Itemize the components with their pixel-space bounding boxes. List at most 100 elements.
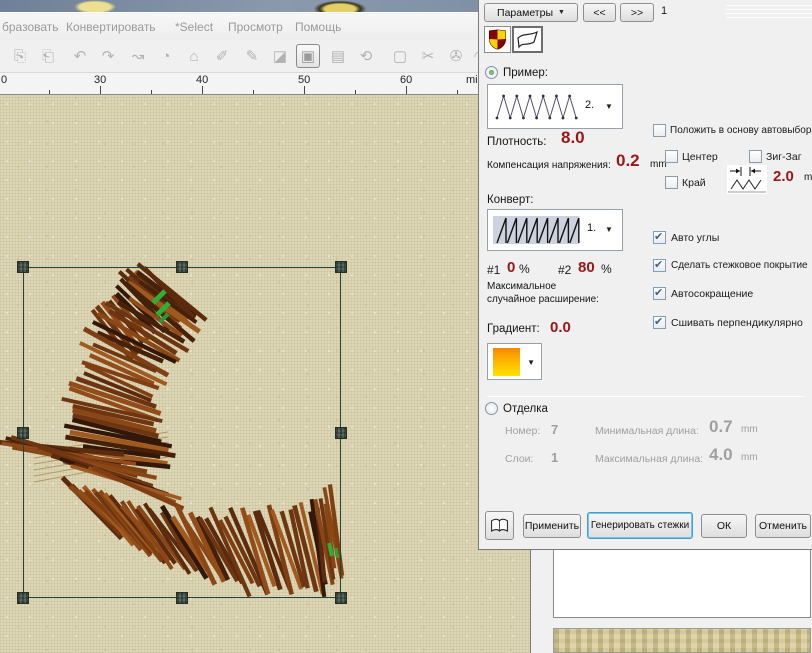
auto-corners-label: Авто углы bbox=[671, 232, 719, 244]
book-icon bbox=[490, 517, 509, 534]
density-value[interactable]: 8.0 bbox=[561, 128, 585, 148]
selection-handle[interactable] bbox=[176, 261, 188, 273]
ruler-label: 40 bbox=[196, 74, 208, 86]
menu-item-transform[interactable]: бразовать bbox=[2, 20, 59, 34]
param1-value[interactable]: 0 bbox=[507, 259, 515, 276]
stitch-cover-label: Сделать стежковое покрытие bbox=[671, 260, 808, 271]
sawtooth-pattern-icon bbox=[493, 215, 581, 245]
chevron-down-icon: ▼ bbox=[527, 358, 535, 367]
max-length-label: Максимальная длина: bbox=[595, 453, 703, 465]
gradient-color-dropdown[interactable]: ▼ bbox=[487, 343, 542, 380]
number-label: Номер: bbox=[505, 425, 540, 437]
ruler-horizontal: 030405060mi bbox=[0, 73, 478, 95]
gradient-value[interactable]: 0.0 bbox=[550, 319, 571, 336]
menu-item-convert[interactable]: Конвертировать bbox=[66, 20, 156, 34]
application-window: бразовать Конвертировать *Select Просмот… bbox=[0, 0, 812, 653]
image-dialog-icon[interactable]: ▤ bbox=[326, 44, 350, 68]
zigzag-width-icon bbox=[727, 165, 767, 194]
param1-percent: % bbox=[519, 262, 530, 276]
auto-reduce-label: Автосокращение bbox=[671, 288, 753, 300]
number-value: 7 bbox=[551, 422, 558, 437]
patch-outline-icon bbox=[516, 30, 539, 49]
stitch-cover-checkbox[interactable] bbox=[653, 259, 666, 272]
apply-button[interactable]: Применить bbox=[523, 514, 581, 538]
center-label: Центер bbox=[682, 151, 718, 163]
pattern-index: 2. bbox=[585, 99, 594, 111]
redo-icon[interactable]: ↷ bbox=[96, 44, 120, 68]
show-fabric-icon[interactable]: ✇ bbox=[444, 44, 468, 68]
fill-mode-button[interactable] bbox=[484, 26, 511, 53]
object-list-box[interactable] bbox=[553, 549, 811, 618]
envelope-pattern-dropdown[interactable]: 1. ▼ bbox=[487, 209, 623, 251]
copy-icon[interactable]: ⎘ bbox=[8, 44, 32, 68]
design-canvas[interactable] bbox=[0, 95, 531, 653]
menu-item-select[interactable]: *Select bbox=[175, 20, 213, 34]
max-length-value: 4.0 bbox=[709, 445, 733, 465]
menu-item-help[interactable]: Помощь bbox=[295, 20, 341, 34]
sample-pattern-dropdown[interactable]: 2. ▼ bbox=[487, 84, 623, 129]
selection-handle[interactable] bbox=[17, 261, 29, 273]
edge-label: Край bbox=[682, 177, 706, 189]
finish-radio[interactable] bbox=[485, 402, 498, 415]
toolbar: ⎘⎗↶↷↝◔⌂✐✎◪▣▤⟲▢✂✇◠⌇ bbox=[0, 40, 478, 73]
undo-icon[interactable]: ↶ bbox=[68, 44, 92, 68]
prev-object-button[interactable]: << bbox=[583, 3, 616, 22]
min-length-unit: mm bbox=[741, 424, 758, 435]
parameters-panel: Параметры ▼ << >> 1 Пример: 2 bbox=[478, 0, 812, 550]
selection-handle[interactable] bbox=[335, 592, 347, 604]
selection-handle[interactable] bbox=[17, 592, 29, 604]
hoop-icon[interactable]: ▢ bbox=[388, 44, 412, 68]
sample-radio-label: Пример: bbox=[503, 67, 548, 79]
chevron-down-icon: ▼ bbox=[605, 102, 613, 111]
auto-reduce-checkbox[interactable] bbox=[653, 287, 666, 300]
gradient-label: Градиент: bbox=[487, 323, 540, 335]
garment-icon[interactable]: ⌂ bbox=[182, 44, 206, 68]
zigzag-width-unit: mm bbox=[804, 172, 812, 183]
refresh-icon[interactable]: ⟲ bbox=[354, 44, 378, 68]
ok-button[interactable]: ОК bbox=[701, 514, 747, 538]
min-length-value: 0.7 bbox=[709, 417, 733, 437]
zigzag-label: Зиг-Заг bbox=[766, 151, 802, 163]
sample-radio[interactable] bbox=[485, 66, 498, 79]
zigzag-width-value[interactable]: 2.0 bbox=[773, 168, 794, 185]
sew-simulator-icon[interactable]: ◪ bbox=[268, 44, 292, 68]
patch-shape-button[interactable] bbox=[512, 26, 543, 53]
chevron-down-icon: ▼ bbox=[605, 225, 613, 234]
layers-label: Слои: bbox=[505, 453, 533, 465]
hide-stitches-icon[interactable]: ✂ bbox=[416, 44, 440, 68]
sew-perpendicular-label: Сшивать перпендикулярно bbox=[671, 317, 803, 329]
edit-notes-icon[interactable]: ✎ bbox=[240, 44, 264, 68]
density-label: Плотность: bbox=[487, 136, 546, 148]
max-random-label-1: Максимальное bbox=[487, 281, 556, 292]
compensation-value[interactable]: 0.2 bbox=[616, 151, 640, 171]
param2-value[interactable]: 80 bbox=[578, 259, 595, 276]
selection-handle[interactable] bbox=[17, 427, 29, 439]
envelope-label: Конверт: bbox=[487, 194, 533, 206]
cancel-button[interactable]: Отменить bbox=[755, 514, 811, 538]
eraser-icon[interactable]: ▣ bbox=[296, 44, 320, 68]
paste-icon[interactable]: ⎗ bbox=[36, 44, 60, 68]
selection-handle[interactable] bbox=[335, 427, 347, 439]
finish-radio-label: Отделка bbox=[503, 403, 548, 415]
selection-handle[interactable] bbox=[176, 592, 188, 604]
help-book-button[interactable] bbox=[485, 511, 514, 540]
auto-corners-checkbox[interactable] bbox=[653, 231, 666, 244]
edge-checkbox[interactable] bbox=[665, 176, 678, 189]
preview-thumbnail[interactable] bbox=[553, 628, 811, 653]
parameters-menu-button[interactable]: Параметры ▼ bbox=[484, 3, 578, 22]
sew-perpendicular-checkbox[interactable] bbox=[653, 316, 666, 329]
selection-handle[interactable] bbox=[335, 261, 347, 273]
curve-edit-icon[interactable]: ↝ bbox=[126, 44, 150, 68]
gauge-icon[interactable]: ◔ bbox=[154, 44, 178, 68]
menu-item-view[interactable]: Просмотр bbox=[228, 20, 283, 34]
generate-stitches-button[interactable]: Генерировать стежки bbox=[587, 512, 693, 539]
auto-base-checkbox[interactable] bbox=[653, 124, 666, 137]
param1-label: #1 bbox=[487, 263, 500, 277]
ruler-label: 0 bbox=[1, 74, 7, 86]
zigzag-checkbox[interactable] bbox=[749, 150, 762, 163]
center-checkbox[interactable] bbox=[665, 150, 678, 163]
color-picker-icon[interactable]: ✐ bbox=[210, 44, 234, 68]
panel-grip[interactable] bbox=[726, 2, 812, 17]
pattern-index: 1. bbox=[587, 222, 596, 234]
next-object-button[interactable]: >> bbox=[620, 3, 654, 22]
